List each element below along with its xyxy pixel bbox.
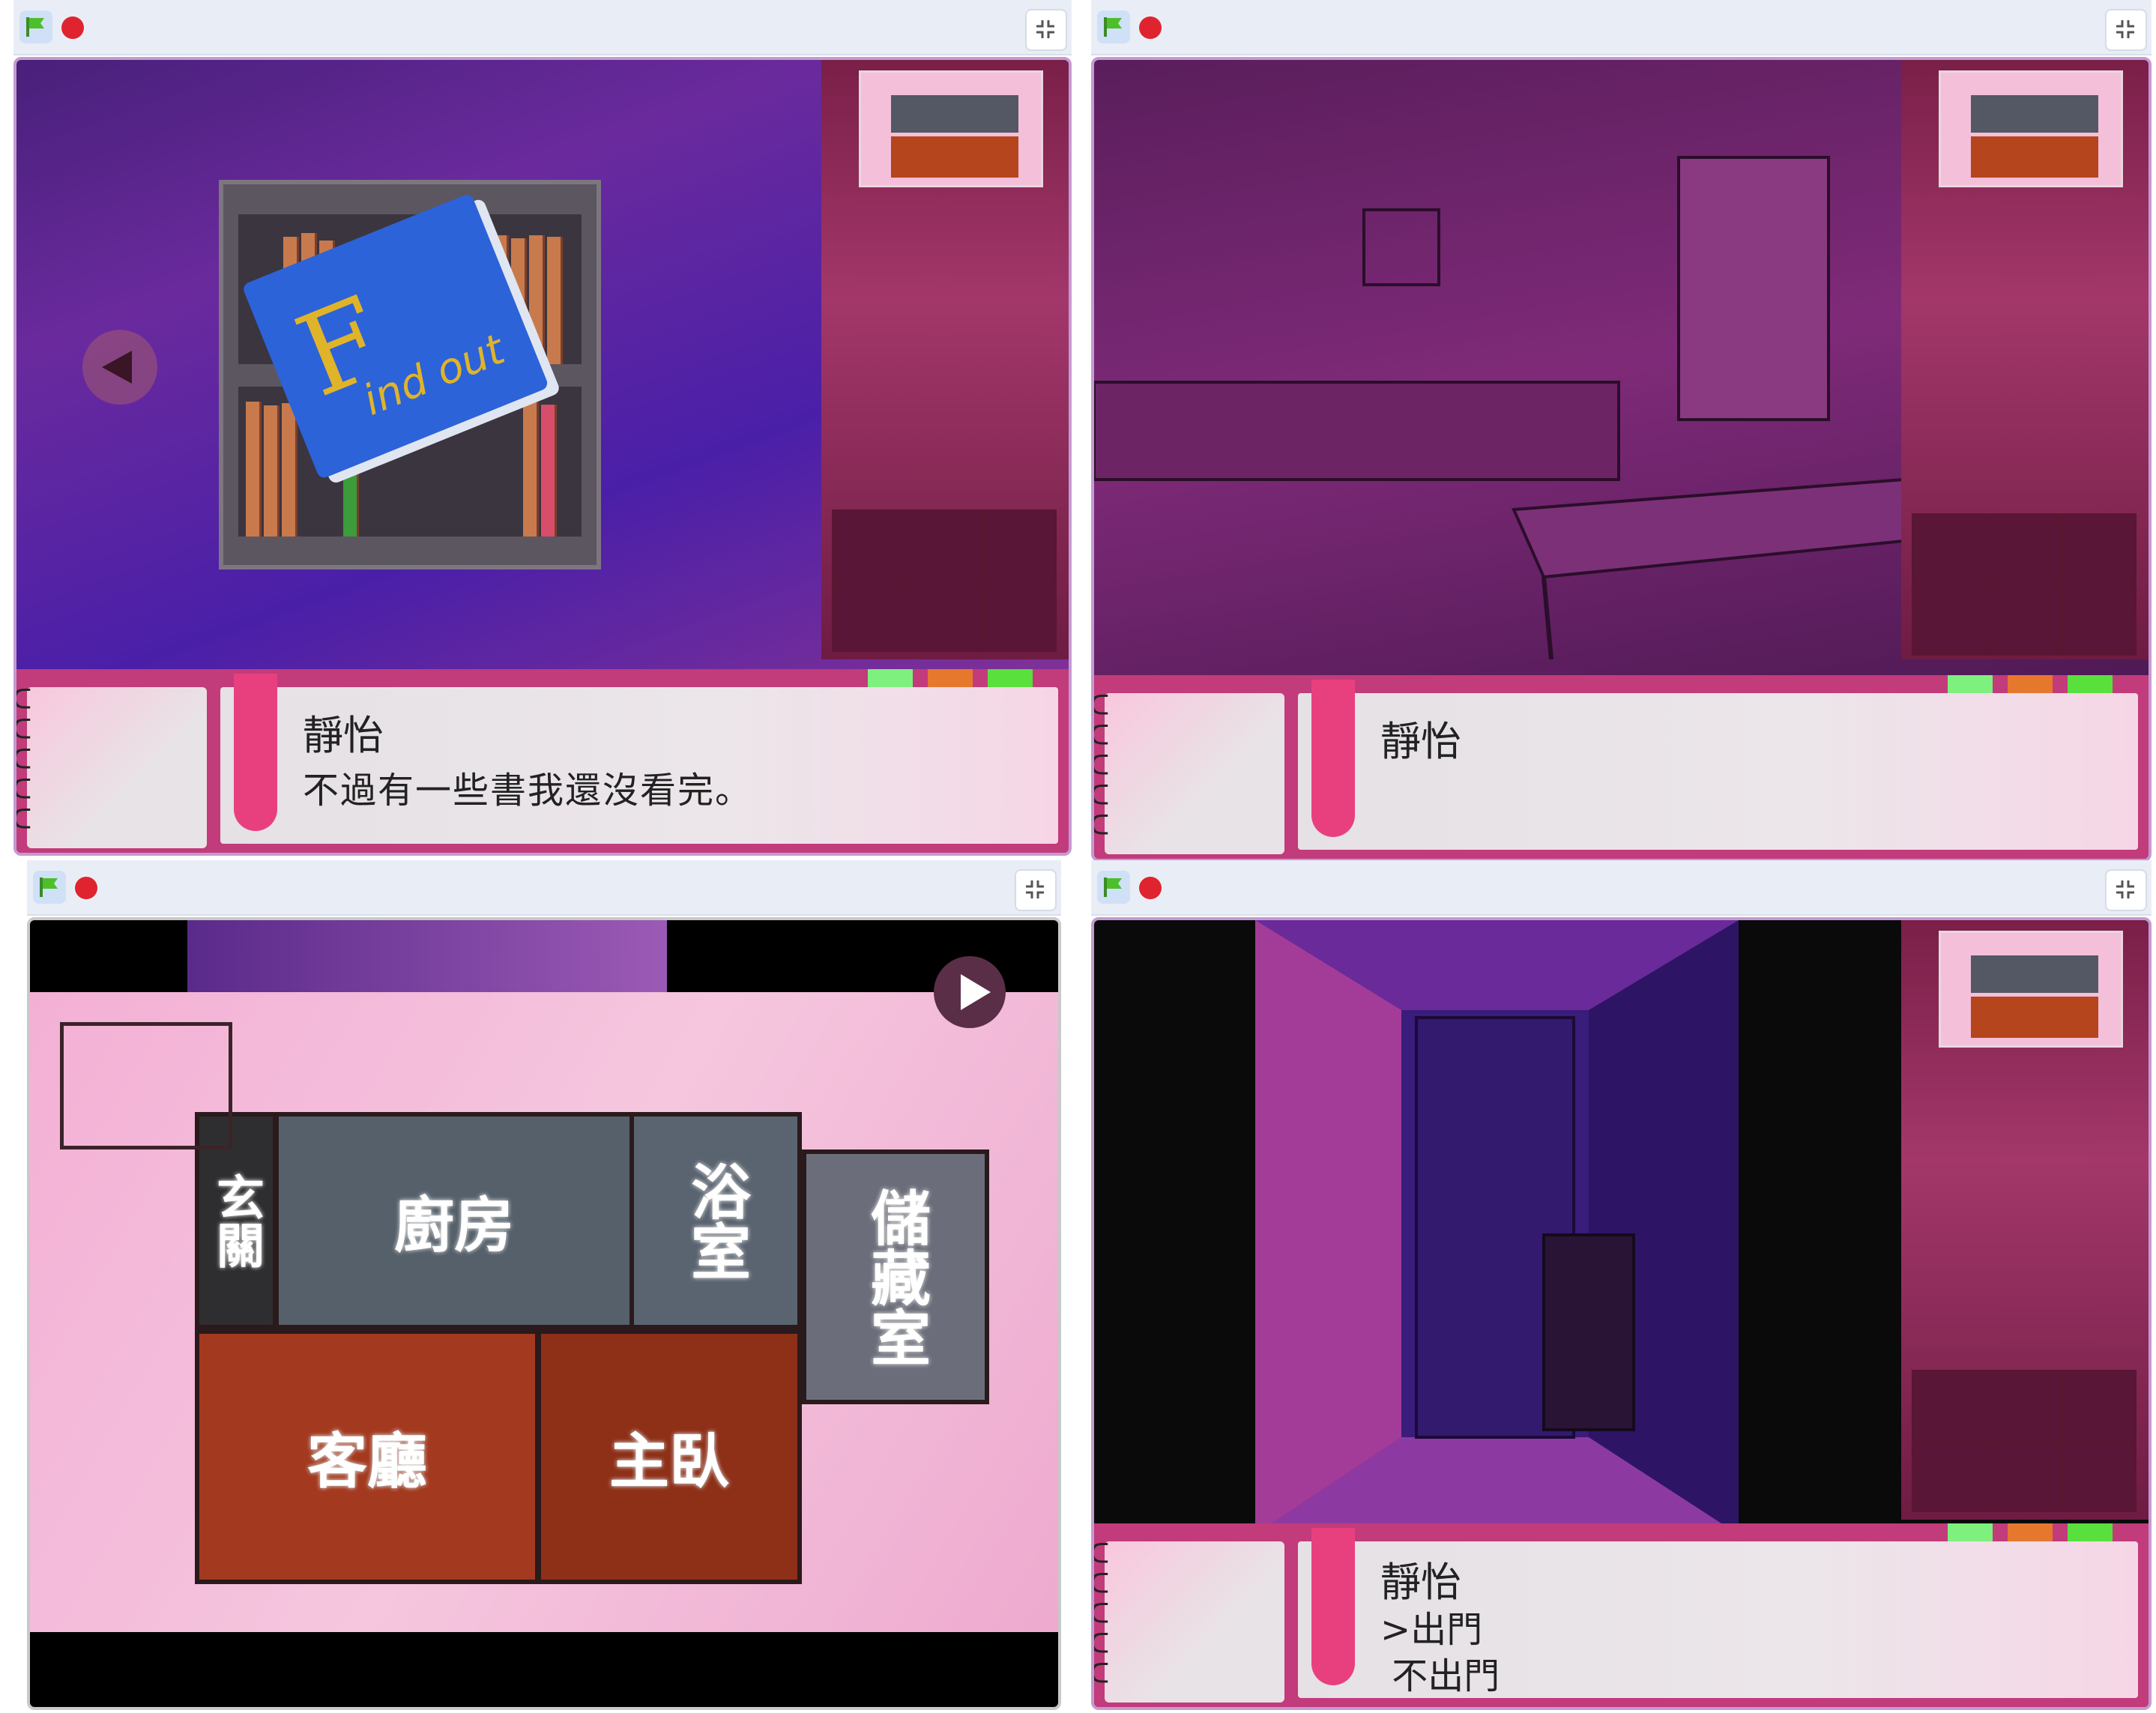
panel-bedroom: F ind out ᑕᑕᑕᑕᑕ 靜怡 不過有一些書我還沒看完。	[13, 0, 1072, 856]
inventory-slot[interactable]	[1987, 513, 2062, 584]
hallway-illustration	[1255, 920, 1739, 1535]
fullscreen-exit-icon	[2116, 20, 2134, 38]
side-panel	[821, 60, 1069, 659]
floor-plan: 玄關 廚房 浴室 儲藏室 客廳 主臥	[30, 992, 1058, 1632]
panel-kitchen: ᑕᑕᑕᑕᑕ 靜怡	[1091, 0, 2152, 862]
fullscreen-exit-button[interactable]	[1015, 869, 1057, 911]
game-stage[interactable]: ᑕᑕᑕᑕᑕ 靜怡	[1091, 57, 2152, 862]
player-controls	[27, 860, 1061, 916]
inventory-slot[interactable]	[1912, 1370, 1987, 1441]
panel-map: 玄關 廚房 浴室 儲藏室 客廳 主臥	[27, 860, 1061, 1710]
green-flag-button[interactable]	[33, 871, 66, 904]
play-button[interactable]	[934, 956, 1006, 1028]
inventory-slot[interactable]	[1987, 584, 2062, 656]
dialog-accent-bar	[1311, 680, 1355, 837]
room-bathroom[interactable]: 浴室	[629, 1112, 802, 1329]
green-flag-icon	[1104, 17, 1122, 37]
side-panel	[1901, 920, 2149, 1520]
game-stage[interactable]: 玄關 廚房 浴室 儲藏室 客廳 主臥	[27, 917, 1061, 1710]
room-master[interactable]: 主臥	[537, 1329, 802, 1584]
inventory-slot[interactable]	[832, 510, 907, 581]
inventory-slot[interactable]	[982, 510, 1057, 581]
game-stage[interactable]: F ind out ᑕᑕᑕᑕᑕ 靜怡 不過有一些書我還沒看完。	[13, 57, 1072, 856]
dialog-textbox: 靜怡	[1298, 680, 2138, 850]
dialog-box[interactable]: ᑕᑕᑕᑕᑕ 靜怡 >出門 不出門	[1094, 1523, 2149, 1707]
inventory-slot[interactable]	[2062, 513, 2137, 584]
fullscreen-exit-icon	[1026, 880, 1044, 898]
minimap[interactable]	[859, 70, 1043, 187]
character-portrait	[1105, 693, 1284, 854]
inventory-slot[interactable]	[1987, 1441, 2062, 1512]
notebook-rings: ᑕᑕᑕᑕᑕ	[13, 685, 32, 836]
speaker-name: 靜怡	[303, 712, 384, 759]
fullscreen-exit-icon	[1036, 20, 1054, 38]
player-controls	[1091, 0, 2152, 55]
fullscreen-exit-button[interactable]	[2105, 869, 2147, 911]
character-portrait	[1105, 1541, 1284, 1703]
green-flag-button[interactable]	[19, 10, 52, 43]
minimap[interactable]	[1939, 70, 2123, 187]
minimap[interactable]	[1939, 931, 2123, 1048]
room-storage[interactable]: 儲藏室	[802, 1149, 989, 1404]
stop-button[interactable]	[61, 16, 84, 39]
bookshelf-closeup: F ind out	[219, 180, 601, 570]
fullscreen-exit-icon	[2116, 880, 2134, 898]
notebook-rings: ᑕᑕᑕᑕᑕ	[1091, 691, 1110, 842]
green-flag-icon	[26, 17, 44, 37]
inventory-slot[interactable]	[2062, 584, 2137, 656]
fullscreen-exit-button[interactable]	[2105, 9, 2147, 51]
player-controls	[1091, 860, 2152, 916]
map-background: 玄關 廚房 浴室 儲藏室 客廳 主臥	[30, 920, 1058, 1707]
inventory-grid	[1912, 1370, 2137, 1512]
inventory-slot[interactable]	[907, 581, 982, 652]
player-controls	[13, 0, 1072, 55]
room-kitchen[interactable]: 廚房	[274, 1112, 634, 1329]
notebook-rings: ᑕᑕᑕᑕᑕ	[1091, 1539, 1110, 1690]
inventory-slot[interactable]	[982, 581, 1057, 652]
panel-hallway: ᑕᑕᑕᑕᑕ 靜怡 >出門 不出門	[1091, 860, 2152, 1710]
inventory-grid	[1912, 513, 2137, 656]
inventory-slot[interactable]	[1912, 513, 1987, 584]
dialog-textbox: 靜怡 不過有一些書我還沒看完。	[220, 674, 1058, 844]
speaker-name: 靜怡	[1380, 718, 1461, 765]
stop-button[interactable]	[1139, 877, 1162, 899]
inventory-slot[interactable]	[907, 510, 982, 581]
green-flag-button[interactable]	[1097, 871, 1130, 904]
inventory-slot[interactable]	[1912, 1441, 1987, 1512]
stop-button[interactable]	[1139, 16, 1162, 39]
room-living[interactable]: 客廳	[195, 1329, 540, 1584]
green-flag-icon	[1104, 877, 1122, 897]
dialog-box[interactable]: ᑕᑕᑕᑕᑕ 靜怡 不過有一些書我還沒看完。	[16, 669, 1069, 853]
kitchen-illustration	[1094, 156, 1918, 660]
dialog-text: 不過有一些書我還沒看完。	[303, 770, 753, 812]
fullscreen-exit-button[interactable]	[1025, 9, 1067, 51]
dialog-accent-bar	[1311, 1528, 1355, 1685]
dialog-accent-bar	[234, 674, 277, 831]
stop-button[interactable]	[75, 877, 97, 899]
character-portrait	[27, 687, 207, 848]
inventory-slot[interactable]	[2062, 1370, 2137, 1441]
stairs-sketch	[60, 1022, 232, 1149]
green-flag-button[interactable]	[1097, 10, 1130, 43]
inventory-grid	[832, 510, 1057, 652]
inventory-slot[interactable]	[2062, 1441, 2137, 1512]
dialog-box[interactable]: ᑕᑕᑕᑕᑕ 靜怡	[1094, 675, 2149, 859]
inventory-slot[interactable]	[1987, 1370, 2062, 1441]
inventory-slot[interactable]	[832, 581, 907, 652]
game-stage[interactable]: ᑕᑕᑕᑕᑕ 靜怡 >出門 不出門	[1091, 917, 2152, 1710]
choice-go-out[interactable]: >出門	[1380, 1600, 1482, 1652]
green-flag-icon	[40, 877, 58, 897]
choice-stay-in[interactable]: 不出門	[1380, 1646, 1500, 1699]
back-arrow-button[interactable]	[82, 330, 157, 405]
inventory-slot[interactable]	[1912, 584, 1987, 656]
dialog-textbox: 靜怡 >出門 不出門	[1298, 1528, 2138, 1699]
side-panel	[1901, 60, 2149, 659]
